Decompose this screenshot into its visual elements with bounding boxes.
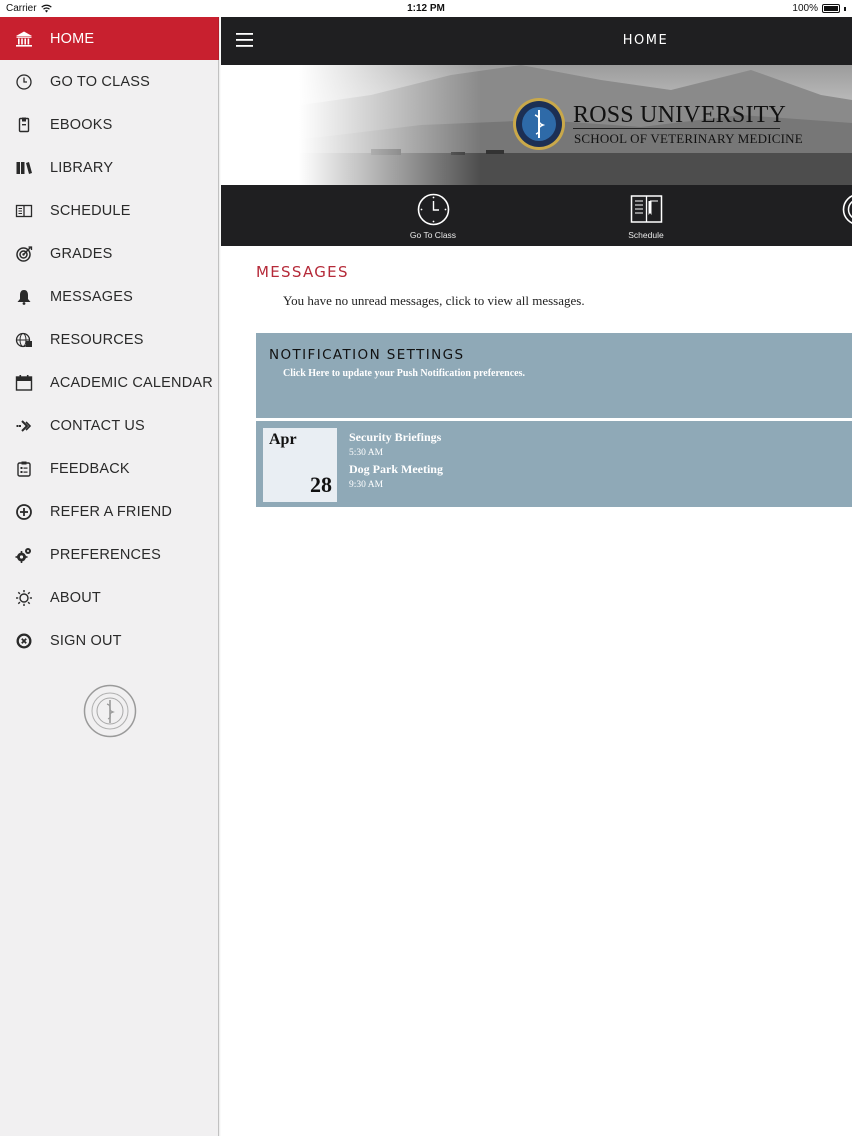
- event-date-box: Apr 28: [263, 428, 337, 502]
- messages-link[interactable]: You have no unread messages, click to vi…: [283, 293, 585, 309]
- quick-links-bar: Go To Class Schedule G: [221, 185, 852, 246]
- battery-icon: [822, 4, 840, 13]
- sidebar-item-schedule[interactable]: SCHEDULE: [0, 189, 219, 232]
- sidebar-item-sign-out[interactable]: SIGN OUT: [0, 619, 219, 662]
- page-title: HOME: [622, 33, 669, 48]
- bell-icon: [0, 288, 50, 306]
- ebook-icon: [0, 116, 50, 134]
- university-banner: ROSS UNIVERSITY SCHOOL OF VETERINARY MED…: [221, 65, 852, 185]
- status-right: 100%: [792, 3, 846, 14]
- sidebar-item-label: GO TO CLASS: [50, 73, 150, 90]
- sidebar-item-label: SIGN OUT: [50, 632, 122, 649]
- sidebar-item-label: ACADEMIC CALENDAR: [50, 374, 213, 391]
- status-bar: Carrier 1:12 PM 100%: [0, 0, 852, 17]
- sidebar-item-feedback[interactable]: FEEDBACK: [0, 447, 219, 490]
- quick-link-label: Go To Class: [409, 230, 457, 240]
- events-panel: Apr 28 Security Briefings 5:30 AM Dog Pa…: [256, 421, 852, 507]
- target-icon: [0, 245, 50, 263]
- signal-icon: [0, 417, 50, 435]
- event-time: 5:30 AM: [349, 448, 384, 458]
- plus-circle-icon: [0, 503, 50, 521]
- top-header: HOME: [221, 17, 852, 65]
- globe-icon: [0, 331, 50, 349]
- quick-link-go-to-class[interactable]: Go To Class: [388, 193, 478, 240]
- calendar-icon: [0, 374, 50, 392]
- books-icon: [0, 159, 50, 177]
- sidebar-item-about[interactable]: ABOUT: [0, 576, 219, 619]
- sidebar-item-label: LIBRARY: [50, 159, 114, 176]
- event-title: Security Briefings: [349, 430, 442, 444]
- sidebar-item-label: RESOURCES: [50, 331, 144, 348]
- university-name: ROSS UNIVERSITY: [573, 102, 787, 128]
- sidebar-item-label: FEEDBACK: [50, 460, 130, 477]
- messages-heading: MESSAGES: [256, 263, 349, 281]
- sidebar-item-grades[interactable]: GRADES: [0, 232, 219, 275]
- sidebar-item-academic-calendar[interactable]: ACADEMIC CALENDAR: [0, 361, 219, 404]
- sidebar-item-go-to-class[interactable]: GO TO CLASS: [0, 60, 219, 103]
- university-seal-icon: [83, 684, 137, 738]
- notification-settings-link[interactable]: Click Here to update your Push Notificat…: [283, 368, 525, 379]
- quick-link-schedule[interactable]: Schedule: [601, 193, 691, 240]
- status-time: 1:12 PM: [407, 3, 445, 14]
- sidebar-item-label: HOME: [50, 30, 95, 47]
- event-item[interactable]: Security Briefings 5:30 AM: [349, 430, 441, 458]
- sidebar-item-label: GRADES: [50, 245, 113, 262]
- clipboard-icon: [0, 460, 50, 478]
- event-month: Apr: [269, 431, 297, 448]
- sidebar-item-library[interactable]: LIBRARY: [0, 146, 219, 189]
- target-icon: [842, 194, 852, 225]
- quick-link-label: Schedule: [628, 230, 664, 240]
- clock-icon: [0, 73, 50, 91]
- sidebar-item-label: EBOOKS: [50, 116, 113, 133]
- ross-seal-icon: [513, 98, 565, 150]
- notification-settings-panel[interactable]: NOTIFICATION SETTINGS Click Here to upda…: [256, 333, 852, 418]
- sidebar-item-label: ABOUT: [50, 589, 101, 606]
- banner-fade: [221, 65, 481, 185]
- battery-percent: 100%: [792, 3, 818, 14]
- school-name: SCHOOL OF VETERINARY MEDICINE: [574, 131, 803, 146]
- close-circle-icon: [0, 632, 50, 650]
- sidebar-item-contact-us[interactable]: CONTACT US: [0, 404, 219, 447]
- quick-link-grades[interactable]: G: [813, 193, 852, 240]
- sidebar-item-home[interactable]: HOME: [0, 17, 219, 60]
- sidebar-item-resources[interactable]: RESOURCES: [0, 318, 219, 361]
- notification-settings-heading: NOTIFICATION SETTINGS: [269, 347, 465, 363]
- book-open-icon: [630, 195, 662, 223]
- sidebar-item-preferences[interactable]: PREFERENCES: [0, 533, 219, 576]
- sidebar-item-messages[interactable]: MESSAGES: [0, 275, 219, 318]
- institution-icon: [0, 30, 50, 48]
- battery-tip: [844, 6, 846, 11]
- event-day: 28: [310, 472, 332, 497]
- sidebar-item-label: MESSAGES: [50, 288, 133, 305]
- event-time: 9:30 AM: [349, 480, 384, 490]
- gears-icon: [0, 546, 50, 564]
- sidebar-item-label: REFER A FRIEND: [50, 503, 173, 520]
- banner-divider: [573, 128, 780, 129]
- book-open-icon: [0, 202, 50, 220]
- sidebar: HOME GO TO CLASS EBOOKS LIBRARY SCHEDULE…: [0, 17, 221, 1136]
- sidebar-item-refer-a-friend[interactable]: REFER A FRIEND: [0, 490, 219, 533]
- event-item[interactable]: Dog Park Meeting 9:30 AM: [349, 462, 443, 490]
- sidebar-item-label: CONTACT US: [50, 417, 145, 434]
- sun-icon: [0, 589, 50, 607]
- sidebar-item-label: SCHEDULE: [50, 202, 131, 219]
- sidebar-item-label: PREFERENCES: [50, 546, 161, 563]
- sidebar-item-ebooks[interactable]: EBOOKS: [0, 103, 219, 146]
- event-title: Dog Park Meeting: [349, 462, 443, 476]
- clock-icon: [417, 193, 449, 226]
